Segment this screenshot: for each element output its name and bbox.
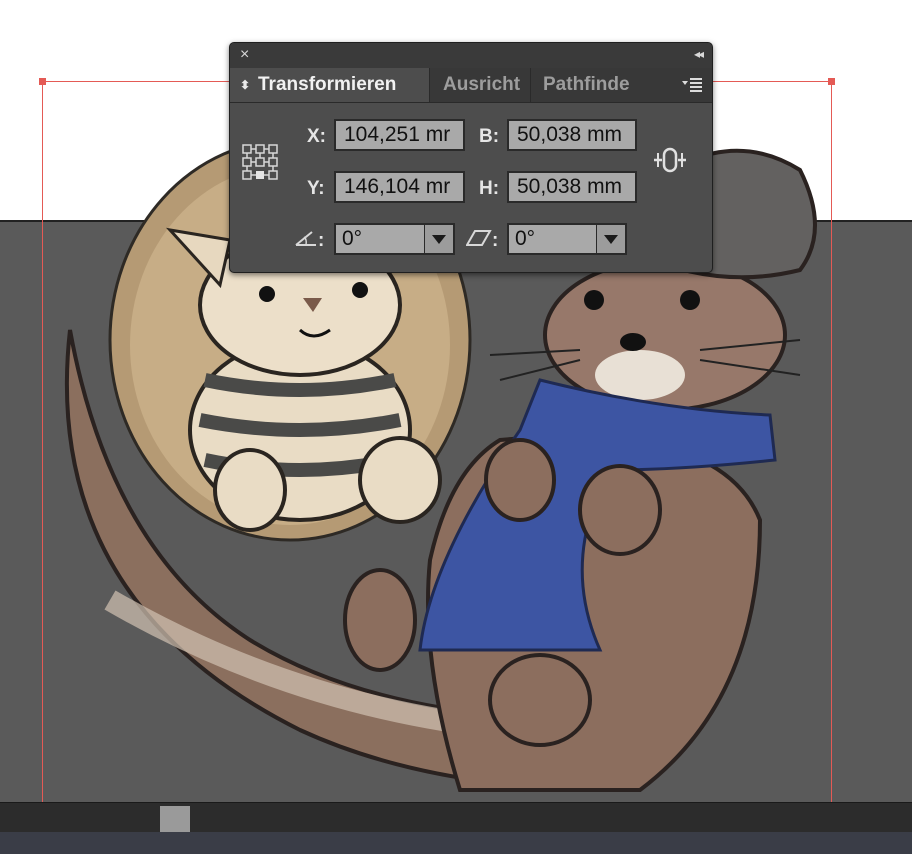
chevron-down-icon[interactable] — [424, 225, 453, 253]
reference-point-grid-icon[interactable] — [241, 143, 279, 181]
tab-transformieren[interactable]: ⬍ Transformieren — [230, 68, 430, 102]
selection-handle-top-right[interactable] — [828, 78, 835, 85]
panel-menu-icon[interactable] — [682, 76, 702, 94]
tab-options-arrows-icon[interactable]: ⬍ — [240, 68, 250, 102]
tab-ausrichten[interactable]: Ausricht — [431, 68, 531, 102]
scrollbar-thumb[interactable] — [160, 806, 190, 832]
x-position-field[interactable]: 104,251 mr — [334, 119, 465, 151]
tab-pathfinder[interactable]: Pathfinde — [532, 68, 632, 102]
transform-panel: × ◂◂ ⬍ Transformieren Ausricht Pathfinde — [229, 42, 713, 273]
height-field[interactable]: 50,038 mm — [507, 171, 637, 203]
chevron-down-icon[interactable] — [596, 225, 625, 253]
shear-angle-value[interactable]: 0° — [515, 227, 535, 250]
panel-titlebar[interactable]: × ◂◂ — [230, 43, 712, 69]
rotate-angle-icon — [295, 231, 316, 246]
tab-transformieren-label: Transformieren — [258, 74, 397, 95]
constrain-proportions-link-icon[interactable] — [653, 143, 687, 177]
shear-angle-dropdown[interactable]: 0° — [507, 223, 627, 255]
selection-handle-top-left[interactable] — [39, 78, 46, 85]
height-label: H: — [479, 178, 500, 199]
width-field[interactable]: 50,038 mm — [507, 119, 637, 151]
panel-tabbar: ⬍ Transformieren Ausricht Pathfinde — [230, 68, 712, 103]
shear-label: : — [492, 230, 499, 251]
collapse-panel-icon[interactable]: ◂◂ — [694, 47, 704, 61]
tab-pathfinder-label: Pathfinde — [543, 74, 630, 95]
rotate-angle-dropdown[interactable]: 0° — [334, 223, 455, 255]
shear-icon — [466, 230, 492, 246]
rotate-label: : — [318, 230, 325, 251]
tab-ausrichten-label: Ausricht — [443, 74, 521, 95]
x-label: X: — [307, 126, 326, 147]
width-label: B: — [479, 126, 500, 147]
rotate-angle-value[interactable]: 0° — [342, 227, 362, 250]
y-position-field[interactable]: 146,104 mr — [334, 171, 465, 203]
horizontal-scrollbar[interactable] — [0, 802, 912, 833]
y-label: Y: — [307, 178, 325, 199]
close-icon[interactable]: × — [240, 46, 249, 64]
pasteboard-strip — [0, 832, 912, 854]
